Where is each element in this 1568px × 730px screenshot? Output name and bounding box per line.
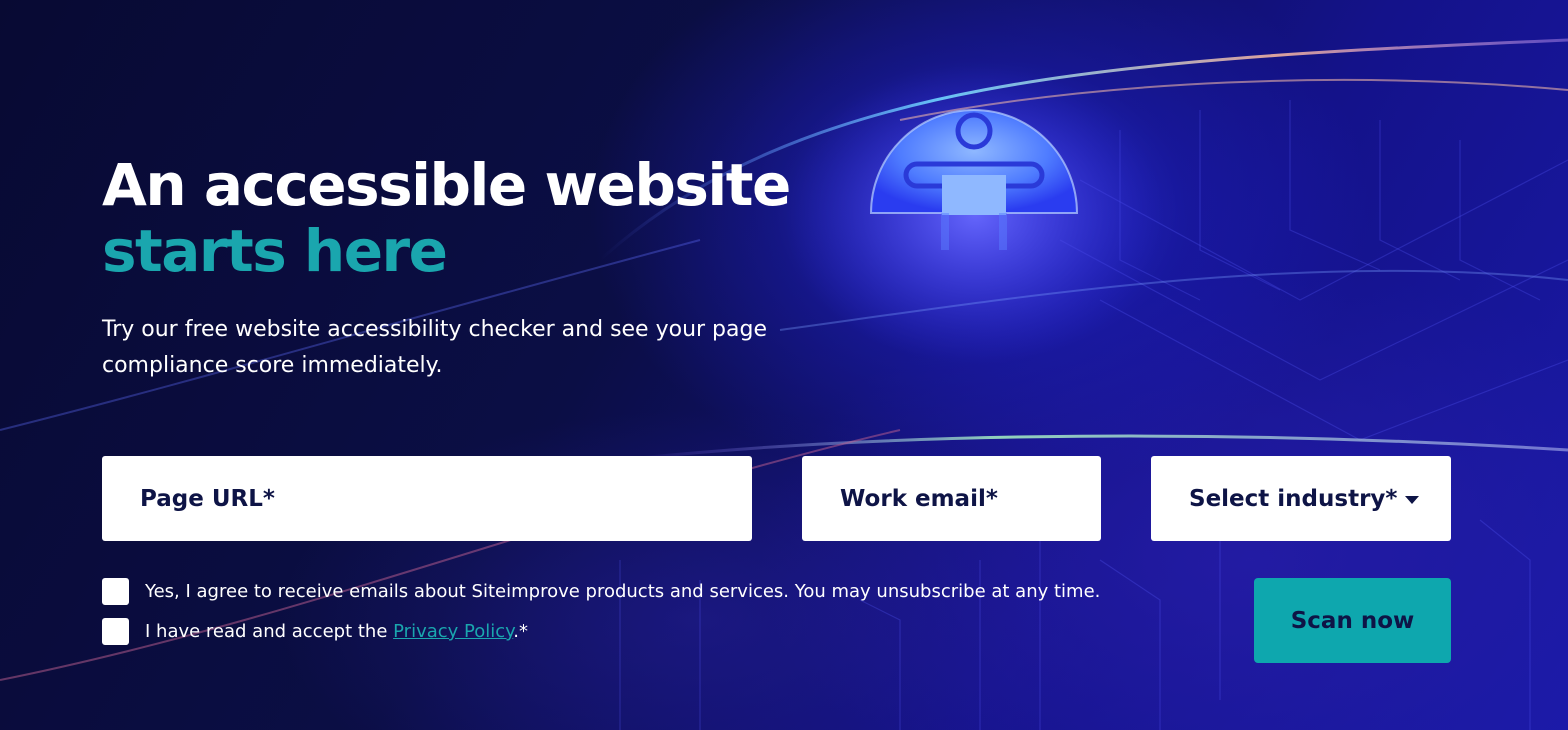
page-url-input[interactable]: Page URL* [102, 456, 752, 541]
work-email-input[interactable]: Work email* [802, 456, 1101, 541]
consent-emails-label: Yes, I agree to receive emails about Sit… [145, 581, 1101, 602]
consent-emails-checkbox[interactable] [102, 578, 129, 605]
chevron-down-icon [1405, 496, 1419, 504]
privacy-consent-label: I have read and accept the Privacy Polic… [145, 621, 528, 642]
scan-now-button[interactable]: Scan now [1254, 578, 1451, 663]
industry-select-label: Select industry* [1189, 485, 1398, 512]
hero-section: An accessible website starts here Try ou… [0, 0, 1568, 730]
page-url-placeholder: Page URL* [140, 485, 275, 512]
hero-title-line1: An accessible website [102, 151, 791, 219]
industry-select[interactable]: Select industry* [1151, 456, 1451, 541]
scan-now-label: Scan now [1290, 607, 1415, 634]
hero-title-line2: starts here [102, 217, 448, 285]
privacy-consent-checkbox[interactable] [102, 618, 129, 645]
privacy-consent-row: I have read and accept the Privacy Polic… [102, 618, 528, 645]
privacy-prefix: I have read and accept the [145, 621, 394, 642]
privacy-suffix: .* [513, 621, 528, 642]
hero-subtitle: Try our free website accessibility check… [102, 317, 767, 378]
consent-emails-row: Yes, I agree to receive emails about Sit… [102, 578, 1100, 605]
hero-title: An accessible website starts here [102, 151, 791, 285]
work-email-placeholder: Work email* [840, 485, 998, 512]
privacy-policy-link[interactable]: Privacy Policy [393, 621, 513, 642]
